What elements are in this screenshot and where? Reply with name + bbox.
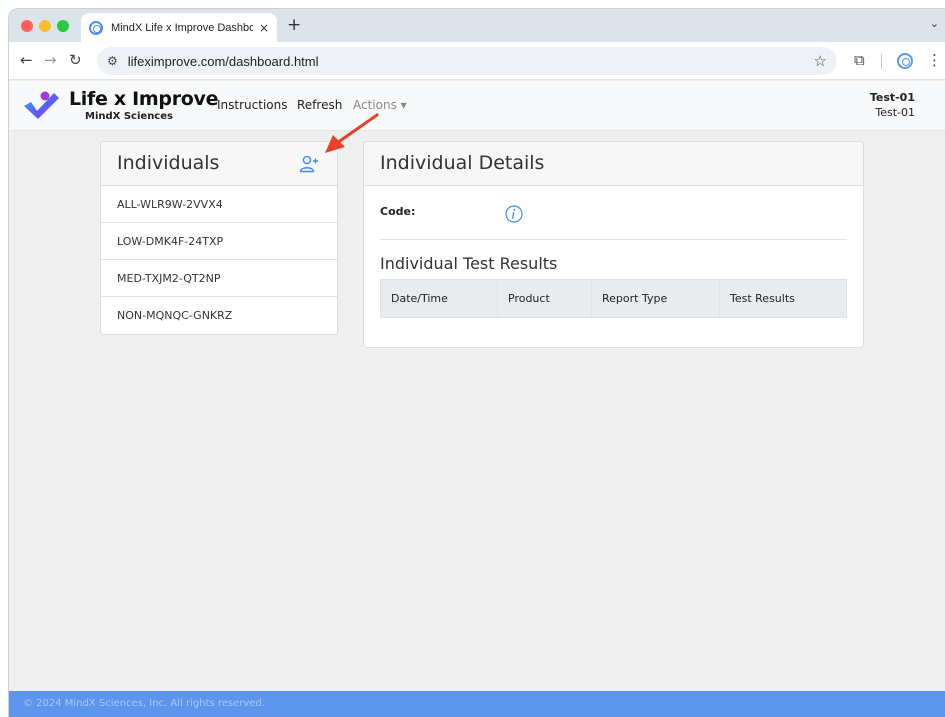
test-results-table: Date/Time Product Report Type Test Resul…: [380, 279, 847, 318]
table-header-row: Date/Time Product Report Type Test Resul…: [380, 279, 847, 318]
browser-tab[interactable]: MindX Life x Improve Dashboard ×: [81, 13, 277, 42]
url-text[interactable]: lifeximprove.com/dashboard.html: [128, 54, 814, 69]
column-header-report-type[interactable]: Report Type: [591, 279, 720, 318]
annotation-arrow-icon: [325, 113, 379, 153]
info-icon[interactable]: [505, 205, 523, 223]
minimize-window-button[interactable]: [39, 20, 51, 32]
individuals-header: Individuals: [101, 142, 337, 186]
brand-title: Life x Improve: [69, 88, 219, 110]
add-user-icon[interactable]: [299, 155, 319, 173]
logo-icon[interactable]: [21, 89, 61, 121]
new-tab-button[interactable]: +: [287, 15, 301, 35]
individuals-title: Individuals: [117, 152, 220, 174]
extensions-icon[interactable]: ⧉: [854, 51, 865, 69]
reload-icon[interactable]: ↻: [69, 51, 82, 69]
details-divider: [380, 239, 847, 240]
star-icon[interactable]: ☆: [814, 52, 827, 70]
address-bar[interactable]: ⚙ lifeximprove.com/dashboard.html ☆: [97, 47, 837, 75]
column-header-test-results[interactable]: Test Results: [719, 279, 847, 318]
site-info-icon[interactable]: ⚙: [107, 54, 118, 68]
browser-toolbar: ← → ↻ ⚙ lifeximprove.com/dashboard.html …: [9, 42, 945, 80]
tab-close-icon[interactable]: ×: [259, 21, 269, 35]
details-header: Individual Details: [364, 142, 863, 186]
app-navbar: Life x Improve MindX Sciences Instructio…: [9, 81, 945, 131]
user-name: Test-01: [869, 91, 915, 104]
column-header-product[interactable]: Product: [497, 279, 592, 318]
code-label: Code:: [380, 205, 416, 218]
maximize-window-button[interactable]: [57, 20, 69, 32]
individuals-card: Individuals ALL-WLR9W-2VVX4 LOW-DMK4F-24…: [100, 141, 338, 335]
user-group: Test-01: [875, 106, 915, 119]
back-arrow-icon[interactable]: ←: [20, 51, 33, 69]
brand-subtitle: MindX Sciences: [85, 111, 173, 122]
nav-refresh-link[interactable]: Refresh: [297, 98, 342, 112]
individual-list-item[interactable]: LOW-DMK4F-24TXP: [101, 223, 337, 260]
tab-search-icon[interactable]: ⌄: [930, 17, 939, 30]
nav-actions-dropdown[interactable]: Actions ▾: [353, 98, 407, 112]
page-footer: © 2024 MindX Sciences, Inc. All rights r…: [9, 691, 945, 717]
footer-copyright: © 2024 MindX Sciences, Inc. All rights r…: [23, 698, 265, 709]
forward-arrow-icon[interactable]: →: [44, 51, 57, 69]
individual-list-item[interactable]: NON-MQNQC-GNKRZ: [101, 297, 337, 334]
menu-icon[interactable]: ⋮: [927, 51, 942, 69]
tab-title: MindX Life x Improve Dashboard: [111, 21, 253, 34]
individual-list-item[interactable]: MED-TXJM2-QT2NP: [101, 260, 337, 297]
browser-window: MindX Life x Improve Dashboard × + ⌄ ← →…: [8, 8, 945, 717]
test-results-title: Individual Test Results: [380, 254, 558, 273]
favicon-icon: [89, 20, 103, 35]
individual-details-card: Individual Details Code: Individual Test…: [363, 141, 864, 348]
details-title: Individual Details: [380, 152, 545, 174]
nav-instructions-link[interactable]: Instructions: [217, 98, 287, 112]
profile-icon[interactable]: [897, 53, 913, 69]
toolbar-divider: [881, 54, 882, 69]
column-header-datetime[interactable]: Date/Time: [380, 279, 498, 318]
close-window-button[interactable]: [21, 20, 33, 32]
tab-strip: MindX Life x Improve Dashboard × + ⌄: [9, 9, 945, 42]
individual-list-item[interactable]: ALL-WLR9W-2VVX4: [101, 186, 337, 223]
